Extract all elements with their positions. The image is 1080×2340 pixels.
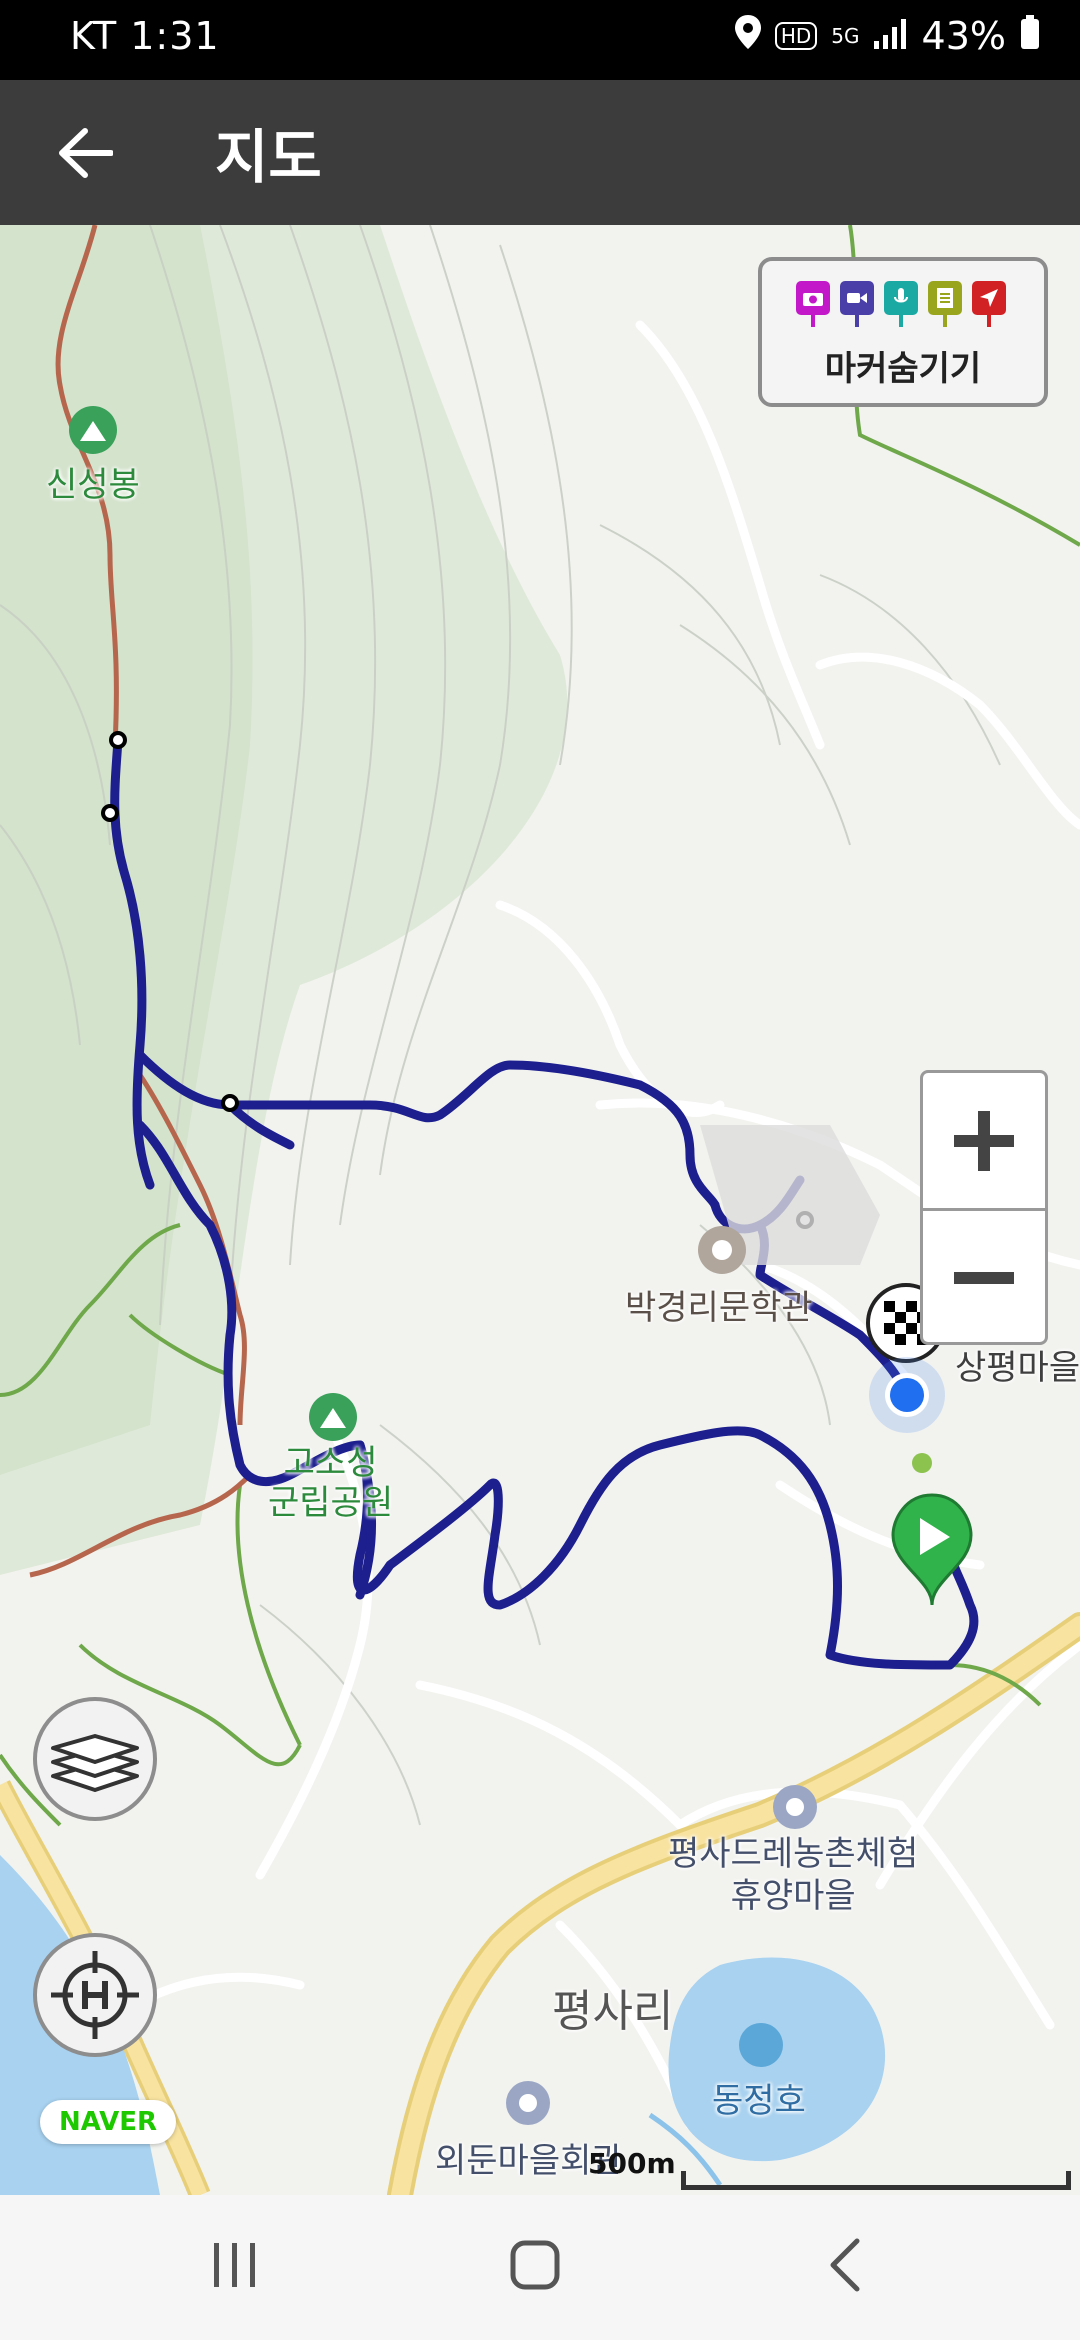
voice-pin-icon [884, 281, 918, 327]
map-view[interactable]: 신성봉 박경리문학관 상평마을 고소성 군립공원 평사드레농촌체험 휴양마을 평… [0, 225, 1080, 2195]
plus-icon [954, 1110, 1014, 1171]
arrow-left-icon [59, 128, 113, 178]
battery-icon [1020, 14, 1040, 58]
place-label: 평사리 [552, 1986, 674, 2037]
location-icon [734, 14, 761, 58]
video-pin-icon [840, 281, 874, 327]
recent-apps-icon [214, 2243, 255, 2287]
home-location-icon [51, 1951, 139, 2039]
marker-icons [796, 281, 1006, 327]
back-button[interactable] [50, 118, 120, 188]
layers-button[interactable] [33, 1697, 157, 1821]
home-button[interactable] [505, 2235, 565, 2295]
carrier-time: KT 1:31 [70, 14, 220, 58]
page-title: 지도 [215, 123, 322, 191]
back-nav-button[interactable] [815, 2235, 875, 2295]
naver-logo: NAVER [40, 2100, 176, 2144]
place-label: 평사드레농촌체험 휴양마을 [668, 1834, 919, 1916]
camera-pin-icon [796, 281, 830, 327]
home-position-button[interactable] [33, 1933, 157, 2057]
minus-icon [954, 1271, 1014, 1284]
zoom-controls [920, 1070, 1048, 1345]
zoom-in-button[interactable] [923, 1073, 1045, 1211]
status-bar: KT 1:31 HD 5G 43% [0, 0, 1080, 80]
scale-label: 500m [588, 2147, 676, 2180]
app-bar: 지도 [0, 80, 1080, 225]
status-icons: HD 5G 43% [734, 14, 1040, 58]
place-label: 신성봉 [46, 465, 140, 505]
chevron-left-icon [830, 2238, 860, 2292]
signal-icon [873, 14, 908, 58]
recent-apps-button[interactable] [205, 2235, 265, 2295]
zoom-out-button[interactable] [923, 1210, 1045, 1345]
network-badge: 5G [831, 24, 860, 48]
scale-bar [681, 2171, 1071, 2190]
place-label: 고소성 군립공원 [268, 1443, 394, 1523]
battery-percent: 43% [921, 14, 1006, 58]
home-icon [510, 2240, 560, 2290]
flag-pin-icon [972, 281, 1006, 327]
marker-hide-toggle[interactable]: 마커숨기기 [758, 257, 1048, 407]
system-nav-bar [0, 2195, 1080, 2340]
place-label: 박경리문학관 [625, 1288, 813, 1328]
layers-icon [51, 1734, 139, 1792]
marker-hide-label: 마커숨기기 [824, 349, 982, 389]
memo-pin-icon [928, 281, 962, 327]
place-label: 상평마을 [955, 1348, 1080, 1388]
place-label: 동정호 [712, 2081, 806, 2121]
hd-badge: HD [774, 22, 818, 50]
